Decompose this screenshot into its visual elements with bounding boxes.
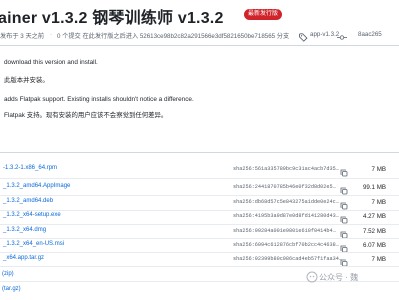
row-divider [0,224,399,225]
release-tag-link[interactable]: app-v1.3.2 [310,31,339,38]
asset-sha256: sha256:db68d57c5e843275a1dde0e24c… [233,199,339,205]
asset-size: 6.07 MB [362,242,386,249]
copy-icon[interactable] [340,254,348,272]
asset-download-link[interactable]: -1.3.2-1.x86_64.rpm [3,165,57,171]
asset-size: 99.1 MB [362,184,386,191]
wechat-official-account-icon [306,270,318,288]
asset-size: 7 MB [371,256,386,263]
row-divider [0,238,399,239]
asset-sha256: sha256:6094c612876cbf70b2cc4c4638… [233,242,339,248]
release-note-line: adds Flatpak support. Existing installs … [4,96,194,103]
commit-hash-link[interactable]: 8aac265 [358,31,382,38]
source-code-zip-link[interactable]: (zip) [2,271,14,277]
asset-sha256: sha256:4195b3a9d87e0d8fd141280d43… [233,213,339,219]
asset-download-link[interactable]: _1.3.2_amd64.AppImage [3,183,70,189]
asset-download-link[interactable]: _1.3.2_x64-setup.exe [3,212,61,218]
release-date: 发布于 3 天之前 [0,33,45,40]
release-title: ainer v1.3.2 钢琴训练师 v1.3.2 [0,10,224,27]
row-divider [0,195,399,196]
source-code-targz-link[interactable]: (tar.gz) [2,286,21,292]
asset-size: 4.27 MB [362,213,386,220]
asset-size: 7 MB [371,199,386,206]
assets-divider [0,152,399,153]
asset-sha256: sha256:99284a001e9801e610f0414b4… [233,228,336,234]
asset-sha256: sha256:561a335789bc9c31ac4acb7d35… [233,166,339,172]
asset-size: 7 MB [371,166,386,173]
latest-release-badge: 最新发行版 [244,9,283,20]
row-divider [0,252,399,253]
release-note-line: 此版本并安装。 [4,77,49,84]
asset-sha256: sha256:2441870785b46e0f32d8d02e5… [233,184,336,190]
asset-download-link[interactable]: _1.3.2_amd64.deb [3,198,53,204]
commits-since-link[interactable]: 0 个提交 在此发行版之后进入 52613ce98b2c82a291566e3d… [57,31,289,40]
asset-sha256: sha256:92399b80c986cad4eb57f1faa34… [233,256,342,262]
asset-size: 7.52 MB [362,228,386,235]
row-divider [0,266,399,267]
asset-download-link[interactable]: _x64.app.tar.gz [3,255,44,261]
copy-icon[interactable] [340,164,348,182]
header-divider [0,45,399,46]
asset-download-link[interactable]: _1.3.2_x64_en-US.msi [3,241,64,247]
asset-download-link[interactable]: _1.3.2_x64.dmg [3,227,46,233]
release-note-line: download this version and install. [4,59,98,66]
row-divider [0,178,399,179]
release-note-line: Flatpak 支持。现有安装的用户应该不会察觉到任何差异。 [4,112,168,119]
meta-separator: · [50,31,53,38]
watermark-text: 公众号 · 魏 [319,273,359,282]
